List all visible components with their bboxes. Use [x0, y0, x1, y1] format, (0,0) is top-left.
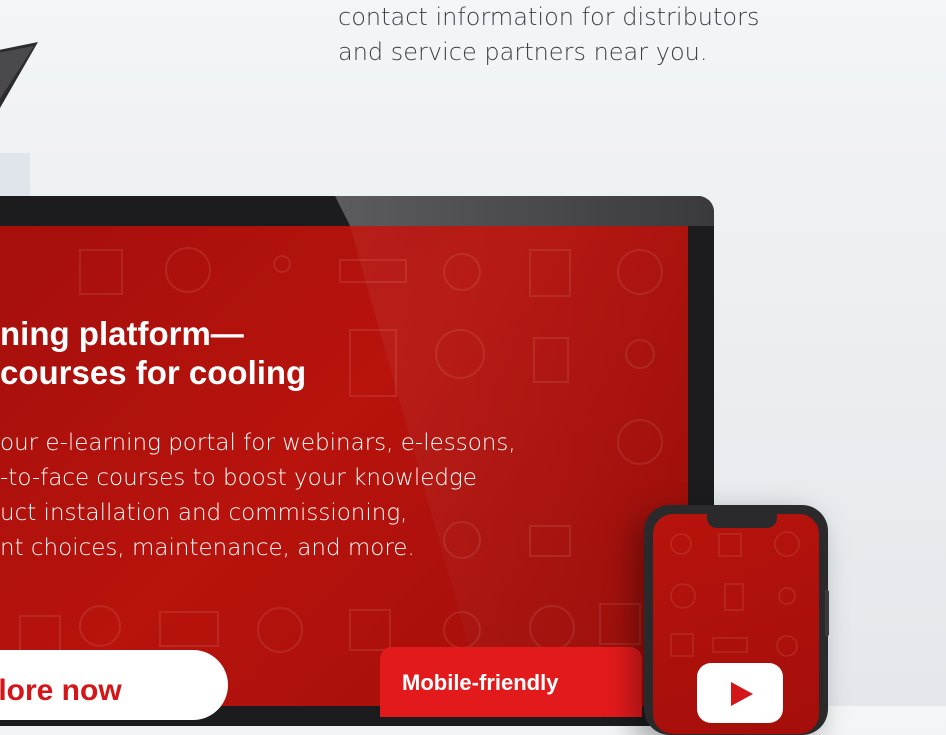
- explore-now-button[interactable]: plore now: [0, 650, 228, 720]
- promo-description: our e-learning portal for webinars, e-le…: [0, 426, 560, 566]
- video-play-button[interactable]: [697, 663, 783, 723]
- intro-line: contact information for distributors: [338, 3, 760, 31]
- badge-label: Mobile-friendly: [402, 670, 559, 695]
- background-panel: [0, 153, 30, 198]
- promo-headline: ning platform— courses for cooling: [0, 314, 600, 392]
- intro-line: and service partners near you.: [338, 38, 708, 66]
- description-line: nt choices, maintenance, and more.: [0, 535, 415, 561]
- description-line: uct installation and commissioning,: [0, 500, 408, 526]
- phone-side-button: [825, 590, 829, 636]
- play-icon: [731, 682, 753, 706]
- laptop-glare: [335, 196, 714, 226]
- laptop-screen: ning platform— courses for cooling our e…: [0, 226, 688, 706]
- intro-text: contact information for distributors and…: [338, 0, 858, 70]
- phone-notch: [707, 514, 777, 528]
- headline-line: courses for cooling: [0, 354, 307, 391]
- description-line: -to-face courses to boost your knowledge: [0, 465, 477, 491]
- explore-button-label: plore now: [0, 674, 122, 707]
- mobile-friendly-badge: Mobile-friendly: [380, 647, 642, 717]
- laptop-corner-graphic: [0, 42, 38, 108]
- headline-line: ning platform—: [0, 315, 244, 352]
- description-line: our e-learning portal for webinars, e-le…: [0, 430, 516, 456]
